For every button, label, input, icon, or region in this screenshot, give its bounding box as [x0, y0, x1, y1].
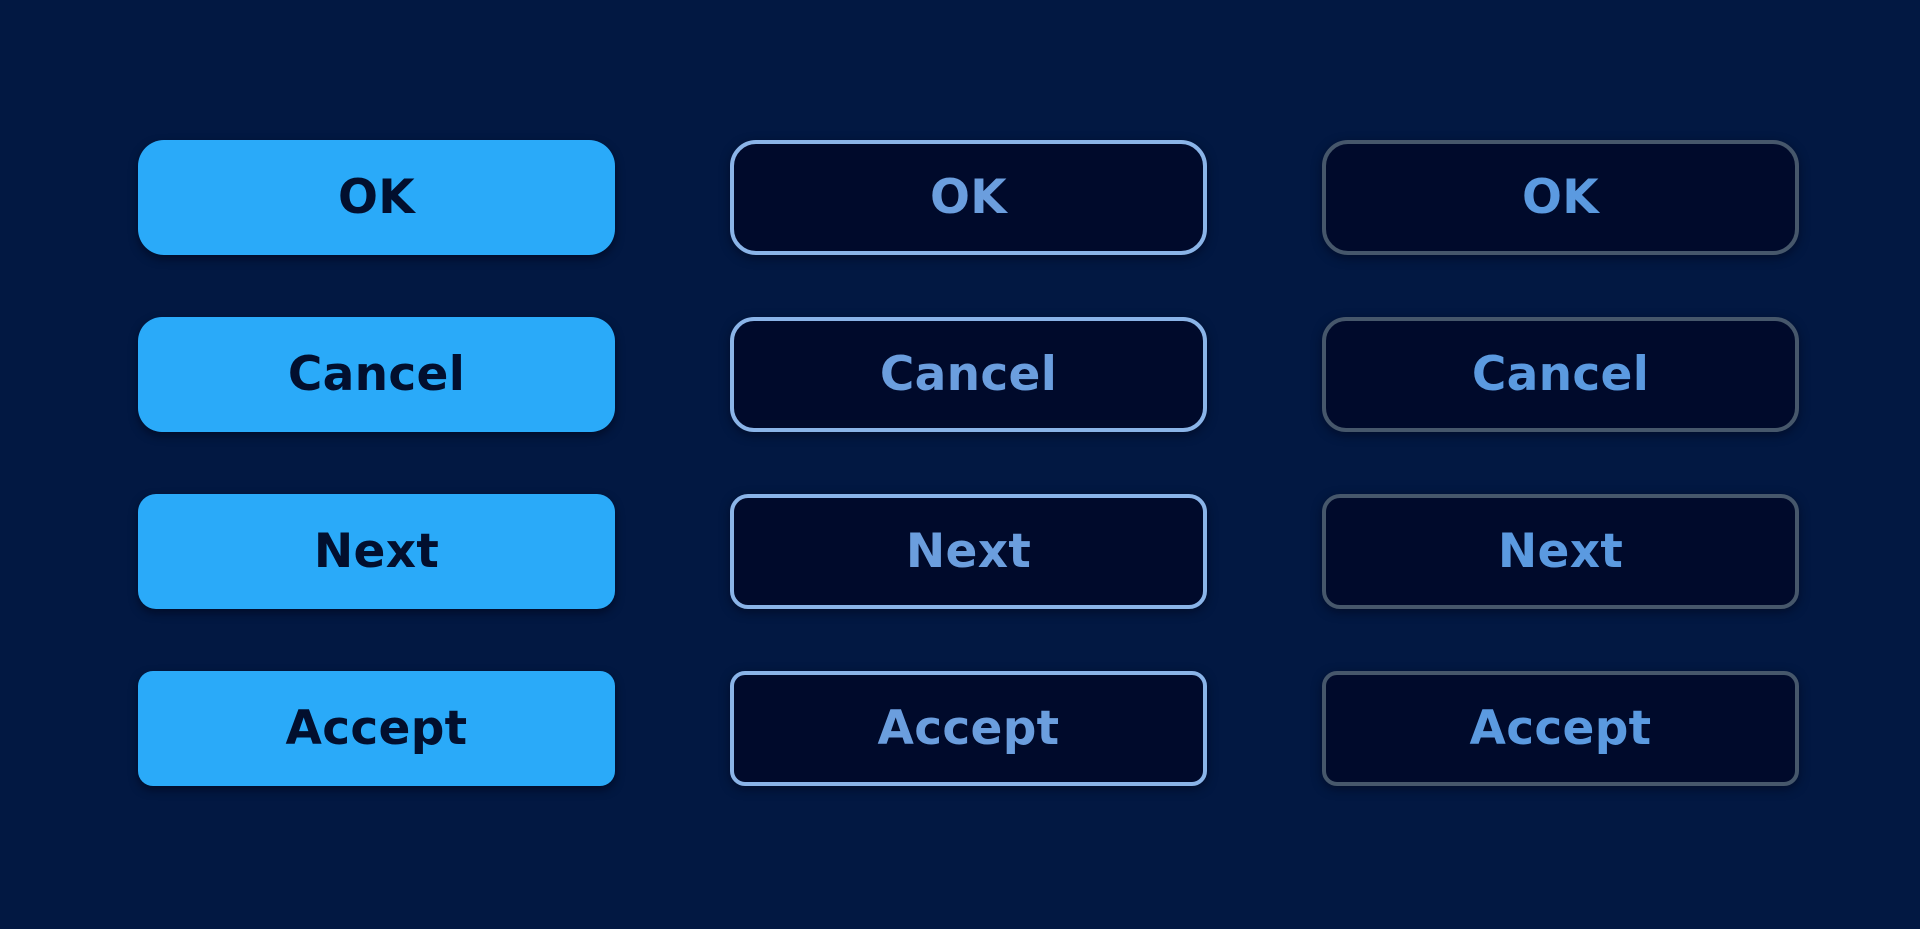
button-label: Accept — [1469, 701, 1652, 756]
button-label: Cancel — [879, 347, 1058, 402]
button-showcase: OK OK OK Cancel Cancel Cancel Next Next Next Acce… — [0, 0, 1920, 929]
button-ok-outline-primary[interactable]: OK — [730, 140, 1207, 255]
button-cancel-solid[interactable]: Cancel — [138, 317, 615, 432]
button-accept-outline-muted[interactable]: Accept — [1322, 671, 1799, 786]
button-accept-solid[interactable]: Accept — [138, 671, 615, 786]
button-ok-solid[interactable]: OK — [138, 140, 615, 255]
button-label: Next — [1497, 524, 1624, 579]
button-next-outline-muted[interactable]: Next — [1322, 494, 1799, 609]
button-label: Next — [905, 524, 1032, 579]
button-cancel-outline-muted[interactable]: Cancel — [1322, 317, 1799, 432]
button-cancel-outline-primary[interactable]: Cancel — [730, 317, 1207, 432]
button-label: OK — [338, 170, 415, 225]
button-accept-outline-primary[interactable]: Accept — [730, 671, 1207, 786]
button-label: Cancel — [1471, 347, 1650, 402]
button-label: Accept — [285, 701, 468, 756]
button-next-solid[interactable]: Next — [138, 494, 615, 609]
button-label: OK — [930, 170, 1007, 225]
button-label: Accept — [877, 701, 1060, 756]
button-label: Next — [313, 524, 440, 579]
button-ok-outline-muted[interactable]: OK — [1322, 140, 1799, 255]
button-grid: OK OK OK Cancel Cancel Cancel Next Next Next Acce… — [138, 140, 1799, 786]
button-label: Cancel — [287, 347, 466, 402]
button-next-outline-primary[interactable]: Next — [730, 494, 1207, 609]
button-label: OK — [1522, 170, 1599, 225]
